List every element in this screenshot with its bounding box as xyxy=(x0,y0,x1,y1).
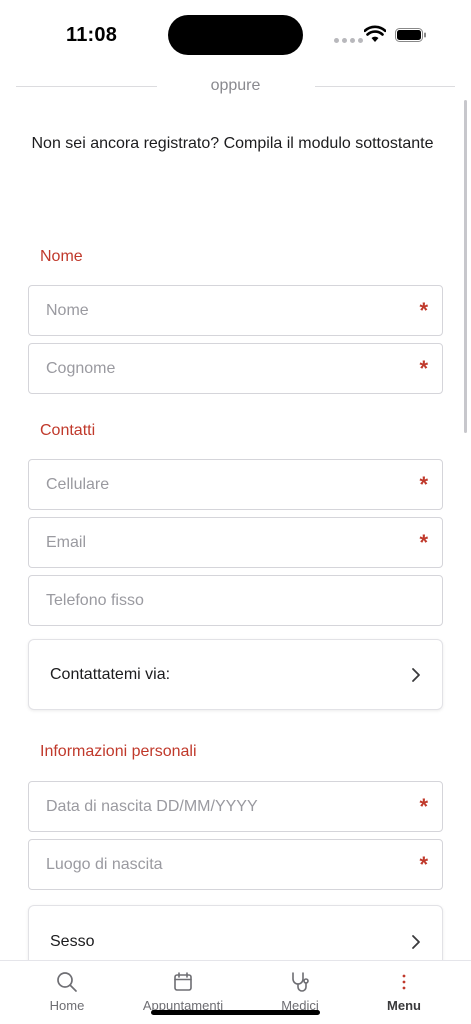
luogo-nascita-field[interactable]: * xyxy=(28,839,443,890)
required-marker: * xyxy=(419,298,428,323)
contact-method-select[interactable]: Contattatemi via: xyxy=(28,639,443,710)
stethoscope-icon xyxy=(292,972,309,992)
required-marker: * xyxy=(419,356,428,381)
tab-home-label: Home xyxy=(49,998,85,1013)
chevron-right-icon xyxy=(412,935,420,949)
tab-menu[interactable]: Menu xyxy=(345,961,463,1024)
tab-menu-label: Menu xyxy=(387,998,421,1013)
register-hint: Non sei ancora registrato? Compila il mo… xyxy=(31,135,434,152)
required-marker: * xyxy=(419,794,428,819)
section-title-nome: Nome xyxy=(40,248,83,265)
status-bar: 11:08 xyxy=(0,0,471,70)
more-vertical-icon xyxy=(402,974,406,990)
cellulare-field[interactable]: * xyxy=(28,459,443,510)
home-indicator xyxy=(151,1010,320,1015)
battery-icon xyxy=(395,28,426,42)
luogo-nascita-input[interactable] xyxy=(29,840,442,889)
section-title-contatti: Contatti xyxy=(40,422,96,439)
sesso-label: Sesso xyxy=(50,933,95,950)
divider-line xyxy=(315,86,455,87)
search-icon xyxy=(57,972,77,992)
required-marker: * xyxy=(419,530,428,555)
cognome-field[interactable]: * xyxy=(28,343,443,394)
tab-home[interactable]: Home xyxy=(8,961,126,1024)
cognome-input[interactable] xyxy=(29,344,442,393)
required-marker: * xyxy=(419,472,428,497)
calendar-icon xyxy=(174,972,192,991)
contact-method-label: Contattatemi via: xyxy=(50,666,171,683)
dynamic-island xyxy=(168,15,303,55)
email-field[interactable]: * xyxy=(28,517,443,568)
section-title-personali: Informazioni personali xyxy=(40,743,197,760)
or-divider: oppure xyxy=(16,76,455,96)
chevron-right-icon xyxy=(412,668,420,682)
wifi-icon xyxy=(364,25,386,42)
data-nascita-input[interactable] xyxy=(29,782,442,831)
telefono-fisso-field[interactable] xyxy=(28,575,443,626)
data-nascita-field[interactable]: * xyxy=(28,781,443,832)
cellulare-input[interactable] xyxy=(29,460,442,509)
telefono-fisso-input[interactable] xyxy=(29,576,442,625)
email-input[interactable] xyxy=(29,518,442,567)
nome-input[interactable] xyxy=(29,286,442,335)
cellular-signal-icon xyxy=(334,38,363,43)
scrollbar[interactable] xyxy=(464,100,467,433)
status-time: 11:08 xyxy=(66,24,118,46)
nome-field[interactable]: * xyxy=(28,285,443,336)
required-marker: * xyxy=(419,852,428,877)
